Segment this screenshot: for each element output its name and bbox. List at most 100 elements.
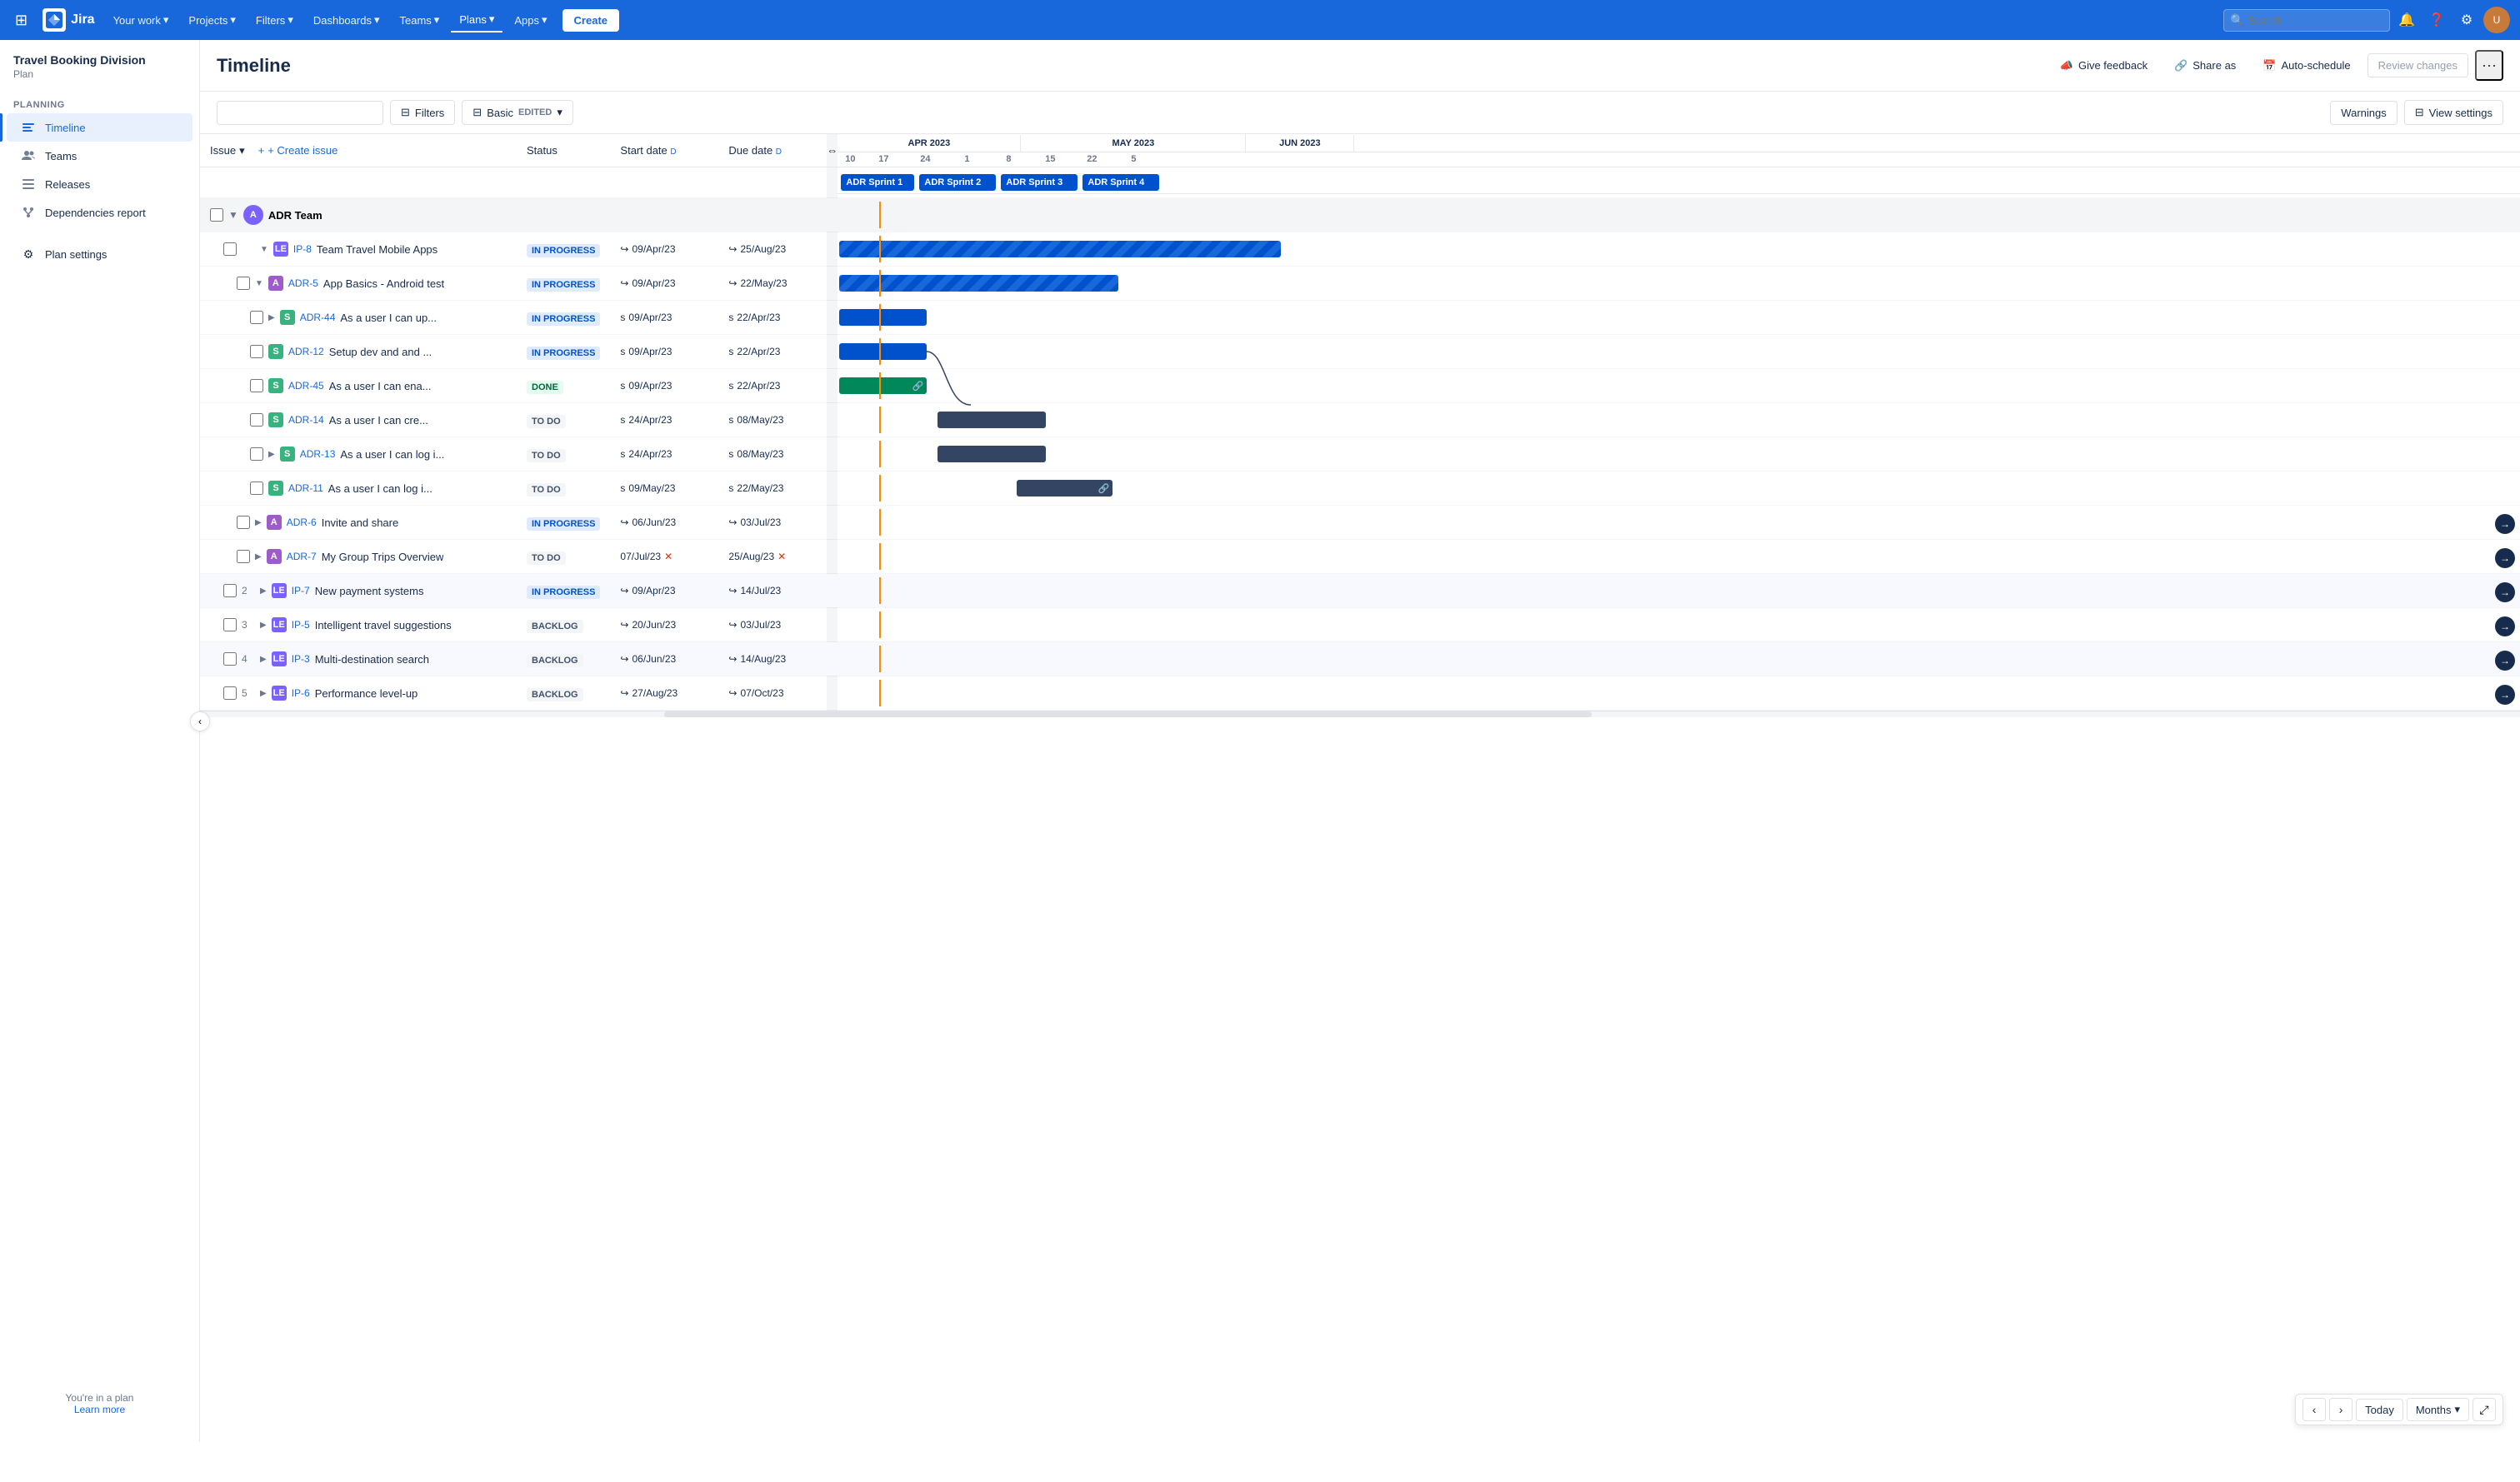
share-as-button[interactable]: 🔗 Share as (2164, 54, 2246, 77)
adr11-gantt-bar[interactable]: 🔗 (1017, 480, 1112, 496)
adr6-expand[interactable]: ▶ (255, 518, 262, 527)
ip7-due-cell: ↪14/Jul/23 (718, 574, 827, 608)
main-content: Timeline 📣 Give feedback 🔗 Share as 📅 Au… (200, 40, 2520, 1442)
adr44-key[interactable]: ADR-44 (300, 312, 336, 323)
nav-plans[interactable]: Plans ▾ (451, 7, 502, 32)
ip5-divider (827, 608, 838, 642)
ip8-gantt-bar[interactable]: → (839, 241, 1281, 257)
adr5-expand[interactable]: ▼ (255, 279, 263, 288)
adr5-key[interactable]: ADR-5 (288, 277, 318, 289)
user-avatar[interactable]: U (2483, 7, 2510, 33)
filters-button[interactable]: ⊟ Filters (390, 100, 455, 125)
adr13-gantt-bar[interactable] (938, 446, 1046, 462)
notifications-icon[interactable]: 🔔 (2393, 7, 2420, 33)
timeline-icon (20, 119, 37, 136)
nav-dashboards[interactable]: Dashboards ▾ (305, 8, 388, 32)
warnings-button[interactable]: Warnings (2330, 101, 2397, 125)
months-dropdown[interactable]: Months ▾ (2407, 1398, 2469, 1421)
ip7-checkbox[interactable] (223, 584, 237, 597)
sidebar-item-releases[interactable]: Releases (7, 170, 192, 198)
adr12-key[interactable]: ADR-12 (288, 346, 324, 357)
ip3-checkbox[interactable] (223, 652, 237, 666)
nav-projects[interactable]: Projects ▾ (180, 8, 244, 32)
adr6-checkbox[interactable] (237, 516, 250, 529)
ip3-due-date: ↪14/Aug/23 (728, 653, 817, 665)
adr45-gantt-bar[interactable]: 🔗 (839, 377, 927, 394)
nav-apps[interactable]: Apps ▾ (506, 8, 555, 32)
learn-more-link[interactable]: Learn more (74, 1404, 125, 1415)
day-apr-10: 10 (838, 152, 862, 166)
adr45-checkbox[interactable] (250, 379, 263, 392)
help-icon[interactable]: ❓ (2423, 7, 2450, 33)
ip5-key[interactable]: IP-5 (292, 619, 310, 631)
create-button[interactable]: Create (562, 9, 619, 32)
more-options-button[interactable]: ··· (2475, 50, 2503, 81)
ip7-key[interactable]: IP-7 (292, 585, 310, 596)
next-time-button[interactable]: › (2329, 1398, 2352, 1421)
start-date-column-header: Start date D (610, 134, 718, 167)
sidebar-item-teams[interactable]: Teams (7, 142, 192, 170)
adr14-gantt-bar[interactable] (938, 412, 1046, 428)
column-divider[interactable]: ⇔ (827, 134, 838, 167)
adr44-expand[interactable]: ▶ (268, 313, 275, 322)
horizontal-scrollbar[interactable] (200, 711, 2520, 717)
ip5-row-content: 3 ▶ LE IP-5 Intelligent travel suggestio… (210, 617, 507, 632)
team-collapse-toggle[interactable]: ▼ (228, 209, 238, 221)
today-button[interactable]: Today (2356, 1399, 2403, 1421)
basic-filter-button[interactable]: ⊟ Basic EDITED ▾ (462, 100, 573, 125)
ip6-checkbox[interactable] (223, 686, 237, 700)
adr45-key[interactable]: ADR-45 (288, 380, 324, 392)
ip3-expand[interactable]: ▶ (260, 655, 267, 664)
sidebar-item-dependencies[interactable]: Dependencies report (7, 198, 192, 227)
adr11-key[interactable]: ADR-11 (288, 482, 323, 494)
adr7-checkbox[interactable] (237, 550, 250, 563)
adr11-checkbox[interactable] (250, 482, 263, 495)
settings-icon[interactable]: ⚙ (2453, 7, 2480, 33)
give-feedback-button[interactable]: 📣 Give feedback (2050, 54, 2158, 77)
ip8-expand[interactable]: ▼ (260, 245, 268, 254)
adr7-expand[interactable]: ▶ (255, 552, 262, 561)
adr12-checkbox[interactable] (250, 345, 263, 358)
adr44-checkbox[interactable] (250, 311, 263, 324)
adr14-key[interactable]: ADR-14 (288, 414, 324, 426)
ip5-name: Intelligent travel suggestions (315, 619, 452, 631)
ip5-checkbox[interactable] (223, 618, 237, 631)
create-issue-button[interactable]: + + Create issue (252, 141, 345, 160)
jira-logo[interactable]: Jira (36, 8, 101, 32)
adr5-gantt-bar[interactable] (839, 275, 1118, 292)
nav-filters[interactable]: Filters ▾ (248, 8, 302, 32)
ip3-name: Multi-destination search (315, 653, 429, 666)
ip5-expand[interactable]: ▶ (260, 621, 267, 630)
nav-teams[interactable]: Teams ▾ (391, 8, 448, 32)
ip7-expand[interactable]: ▶ (260, 586, 267, 596)
day-may-1: 1 (946, 152, 988, 166)
ip8-key[interactable]: IP-8 (293, 243, 312, 255)
sidebar-item-plan-settings[interactable]: ⚙ Plan settings (7, 240, 192, 268)
adr12-gantt-cell (838, 335, 2520, 369)
ip6-key[interactable]: IP-6 (292, 687, 310, 699)
adr14-checkbox[interactable] (250, 413, 263, 427)
filter-search-input[interactable] (217, 101, 383, 125)
adr7-key[interactable]: ADR-7 (287, 551, 317, 562)
ip3-key[interactable]: IP-3 (292, 653, 310, 665)
nav-your-work[interactable]: Your work ▾ (105, 8, 178, 32)
adr5-checkbox[interactable] (237, 277, 250, 290)
adr13-checkbox[interactable] (250, 447, 263, 461)
adr13-key[interactable]: ADR-13 (300, 448, 336, 460)
ip6-expand[interactable]: ▶ (260, 689, 267, 698)
prev-time-button[interactable]: ‹ (2302, 1398, 2326, 1421)
month-headers: APR 2023 MAY 2023 JUN 2023 (838, 135, 2520, 152)
sidebar-item-timeline[interactable]: Timeline (7, 113, 192, 142)
search-input[interactable] (2223, 9, 2390, 32)
ip8-checkbox[interactable] (223, 242, 237, 256)
adr6-key[interactable]: ADR-6 (287, 516, 317, 528)
view-settings-button[interactable]: ⊟ View settings (2404, 100, 2503, 125)
fullscreen-button[interactable]: ⤢ (2472, 1398, 2496, 1421)
auto-schedule-button[interactable]: 📅 Auto-schedule (2252, 54, 2360, 77)
collapse-sidebar-button[interactable]: ‹ (190, 711, 210, 731)
adr44-gantt-bar[interactable] (839, 309, 927, 326)
team-row-checkbox[interactable] (210, 208, 223, 222)
adr13-expand[interactable]: ▶ (268, 450, 275, 459)
grid-icon[interactable]: ⊞ (10, 7, 32, 34)
adr12-gantt-bar[interactable] (839, 343, 927, 360)
